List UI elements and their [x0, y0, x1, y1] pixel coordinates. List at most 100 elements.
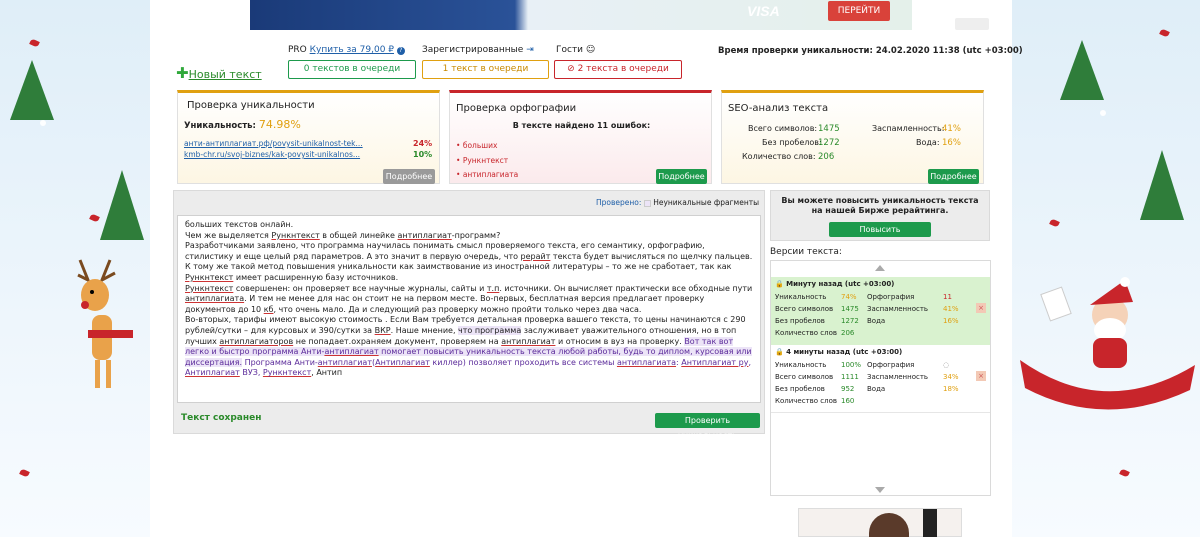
uniqueness-title: Проверка уникальности [187, 100, 315, 111]
pine-tree-decoration [100, 170, 144, 240]
version-item[interactable]: 🔒 4 минуты назад (utc +03:00) Уникальнос… [771, 345, 990, 413]
legend: Проверено: Неуникальные фрагменты [596, 198, 759, 207]
version-nospace-label: Без пробелов [775, 317, 825, 325]
ad-image-bottom[interactable] [798, 508, 962, 537]
seo-spam-label: Заспамленность: [872, 124, 945, 133]
uniqueness-row: Уникальность: 74.98% [184, 118, 301, 131]
pro-queue-header: PRO Купить за 79,00 ₽ ? [288, 45, 405, 55]
version-words-label: Количество слов [775, 329, 838, 337]
seo-title: SEO-анализ текста [728, 103, 829, 114]
promo-text: Вы можете повысить уникальность текста н… [781, 196, 979, 215]
version-delete-icon[interactable]: × [976, 303, 986, 313]
pro-queue-badge: 0 текстов в очереди [288, 60, 416, 79]
increase-uniqueness-button[interactable]: Повысить уникальность [829, 222, 931, 249]
login-icon[interactable]: ⇥ [526, 45, 534, 55]
version-delete-icon[interactable]: × [976, 371, 986, 381]
pro-buy-link[interactable]: Купить за 79,00 ₽ [310, 45, 394, 55]
seo-words-label: Количество слов: [742, 152, 816, 161]
seo-water-label: Вода: [916, 138, 940, 147]
spelling-more-button[interactable]: Подробнее [656, 169, 707, 184]
version-uniq-label: Уникальность [775, 293, 827, 301]
uniqueness-more-button[interactable]: Подробнее [383, 169, 435, 184]
registered-label: Зарегистрированные [422, 45, 524, 55]
ad-banner[interactable]: VISA ПЕРЕЙТИ [250, 0, 912, 30]
registered-queue-badge: 1 текст в очереди [422, 60, 549, 79]
winter-background-right [1012, 0, 1200, 537]
source-link-1[interactable]: анти-антиплагиат.рф/povysit-unikalnost-t… [184, 139, 363, 148]
versions-title: Версии текста: [770, 247, 842, 257]
seo-total-chars: 1475 [818, 124, 840, 134]
check-uniqueness-button[interactable]: Проверить уникальность [655, 413, 760, 440]
version-water-label: Вода [867, 317, 886, 325]
scroll-up-icon[interactable] [875, 265, 885, 271]
version-uniq-label: Уникальность [775, 361, 827, 369]
version-spell-label: Орфография [867, 293, 915, 301]
version-chars-label: Всего символов [775, 373, 834, 381]
version-nospace-label: Без пробелов [775, 385, 825, 393]
version-words: 160 [841, 397, 855, 405]
ad-go-button[interactable]: ПЕРЕЙТИ [828, 1, 890, 21]
snowflake-decoration [40, 120, 46, 126]
version-uniq: 100% [841, 361, 862, 369]
guests-queue-text: 2 текста в очереди [577, 64, 669, 74]
snowflake-decoration [1100, 110, 1106, 116]
uniqueness-label: Уникальность: [184, 121, 256, 131]
source-pct-2: 10% [413, 150, 433, 159]
scroll-down-icon[interactable] [875, 487, 885, 493]
version-spam-label: Заспамленность [867, 373, 929, 381]
version-chars: 1111 [841, 373, 859, 381]
version-spell-label: Орфография [867, 361, 915, 369]
version-spell: 11 [943, 293, 952, 301]
seo-card: SEO-анализ текста Всего символов: 1475 Б… [721, 90, 984, 184]
version-title: 🔒 4 минуты назад (utc +03:00) [775, 348, 903, 356]
reindeer-decoration [77, 259, 133, 388]
uniqueness-card: Проверка уникальности Уникальность: 74.9… [177, 90, 440, 184]
version-water-label: Вода [867, 385, 886, 393]
seo-more-button[interactable]: Подробнее [928, 169, 979, 184]
version-item[interactable]: 🔒 Минуту назад (utc +03:00) Уникальность… [771, 277, 990, 345]
pine-tree-decoration [1060, 40, 1104, 100]
pro-label: PRO [288, 45, 307, 55]
text-editor[interactable]: больших текстов онлайн. Чем же выделяетс… [177, 215, 761, 403]
guests-queue-header: Гости ☺ [556, 45, 595, 55]
legend-nonunique-label: Неуникальные фрагменты [653, 198, 760, 207]
version-uniq: 74% [841, 293, 857, 301]
version-spam: 41% [943, 305, 959, 313]
legend-checked-label: Проверено: [596, 198, 642, 207]
guests-label: Гости [556, 45, 584, 55]
saved-status: Текст сохранен [181, 413, 262, 423]
user-icon: ☺ [585, 45, 596, 55]
spelling-errors-list: • больших • Рункнтекст • антиплагиата [456, 139, 518, 183]
seo-total-chars-label: Всего символов: [748, 124, 818, 133]
ad-close-button[interactable] [955, 18, 989, 30]
version-spell-loading-icon: ◌ [943, 361, 950, 369]
version-chars: 1475 [841, 305, 859, 313]
pine-tree-decoration [1140, 150, 1184, 220]
spelling-card: Проверка орфографии В тексте найдено 11 … [449, 90, 712, 184]
version-spam-label: Заспамленность [867, 305, 929, 313]
spelling-error-item[interactable]: • больших [456, 139, 518, 154]
version-words: 206 [841, 329, 855, 337]
version-chars-label: Всего символов [775, 305, 834, 313]
error-icon: ⊘ [567, 64, 575, 74]
seo-spam: 41% [942, 124, 961, 134]
pine-tree-decoration [10, 60, 54, 120]
rewrite-promo: Вы можете повысить уникальность текста н… [770, 190, 990, 249]
source-pct-1: 24% [413, 139, 433, 148]
versions-list: 🔒 Минуту назад (utc +03:00) Уникальность… [770, 260, 991, 496]
visa-logo: VISA [747, 3, 780, 19]
help-icon[interactable]: ? [396, 47, 405, 55]
source-link-2[interactable]: kmb-chr.ru/svoj-biznes/kak-povysit-unika… [184, 150, 360, 159]
registered-queue-header: Зарегистрированные ⇥ [422, 45, 534, 55]
spelling-found: В тексте найдено 11 ошибок: [512, 121, 651, 130]
plus-icon: ✚ [176, 64, 189, 82]
seo-water: 16% [942, 138, 961, 148]
uniqueness-value: 74.98% [258, 118, 301, 131]
new-text-button[interactable]: ✚Новый текст [176, 64, 262, 82]
spelling-title: Проверка орфографии [456, 103, 577, 114]
check-time: Время проверки уникальности: 24.02.2020 … [718, 46, 1023, 56]
spelling-error-item[interactable]: • антиплагиата [456, 168, 518, 183]
version-nospace: 1272 [841, 317, 859, 325]
seo-no-spaces: 1272 [818, 138, 840, 148]
spelling-error-item[interactable]: • Рункнтекст [456, 154, 518, 169]
